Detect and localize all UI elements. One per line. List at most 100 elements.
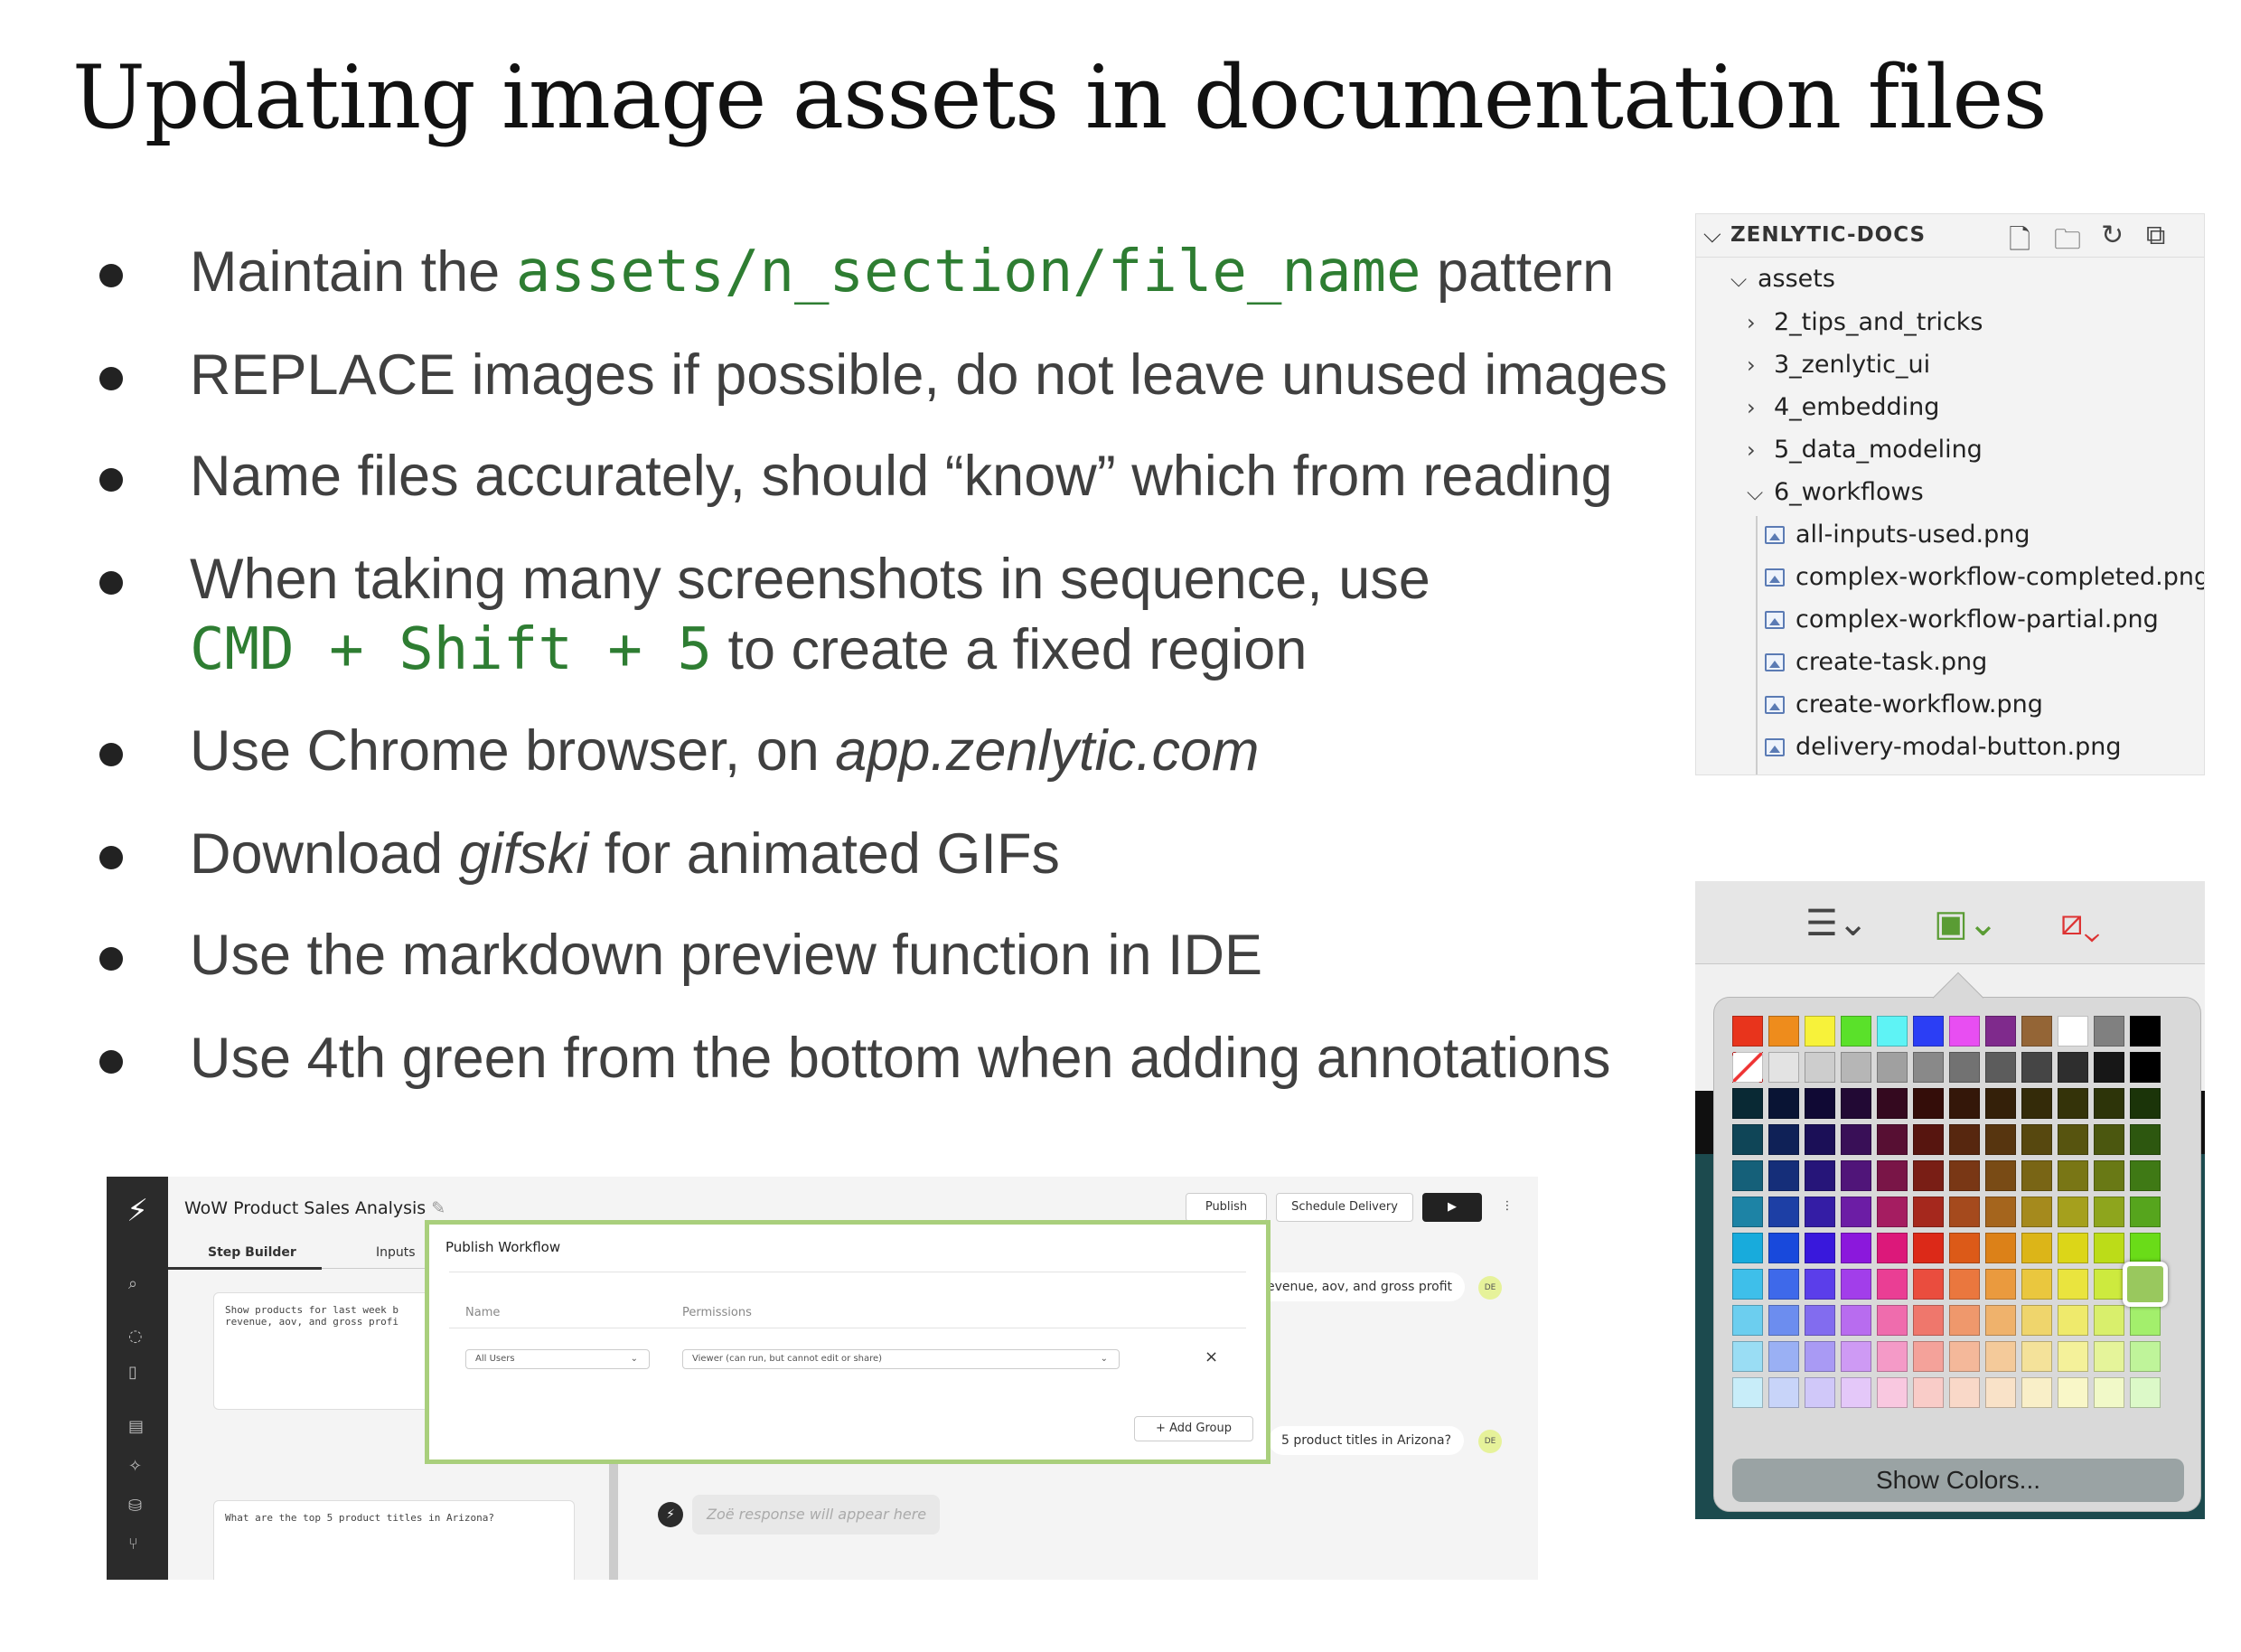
color-swatch[interactable]	[2130, 1088, 2161, 1119]
color-swatch[interactable]	[1841, 1233, 1871, 1263]
color-swatch[interactable]	[2058, 1305, 2088, 1336]
color-swatch[interactable]	[2021, 1088, 2052, 1119]
color-swatch[interactable]	[2130, 1305, 2161, 1336]
color-swatch[interactable]	[1805, 1341, 1835, 1372]
color-swatch[interactable]	[1768, 1052, 1799, 1083]
color-swatch[interactable]	[1732, 1124, 1763, 1155]
color-swatch[interactable]	[1913, 1305, 1944, 1336]
search-icon[interactable]: ⌕	[128, 1274, 137, 1293]
explorer-root-label[interactable]: ZENLYTIC-DOCS	[1730, 223, 1926, 247]
color-swatch[interactable]	[1841, 1305, 1871, 1336]
color-swatch[interactable]	[1768, 1377, 1799, 1408]
chat-icon[interactable]: ◌	[128, 1327, 143, 1346]
color-swatch[interactable]	[2058, 1197, 2088, 1227]
refresh-icon[interactable]: ↻	[2101, 220, 2124, 251]
color-swatch[interactable]	[1805, 1233, 1835, 1263]
color-swatch[interactable]	[1732, 1088, 1763, 1119]
close-icon[interactable]: ×	[1205, 1347, 1218, 1366]
step-input[interactable]: What are the top 5 product titles in Ari…	[213, 1500, 575, 1580]
dashboard-icon[interactable]: ▤	[128, 1417, 144, 1436]
tree-file[interactable]: complex-workflow-partial.png	[1765, 605, 2159, 634]
color-swatch[interactable]	[1768, 1269, 1799, 1300]
color-swatch[interactable]	[1985, 1016, 2016, 1047]
color-swatch[interactable]	[2094, 1160, 2124, 1191]
color-swatch[interactable]	[1841, 1052, 1871, 1083]
tree-folder[interactable]: › 2_tips_and_tricks	[1747, 308, 1983, 336]
color-swatch[interactable]	[1805, 1305, 1835, 1336]
color-swatch[interactable]	[1949, 1269, 1980, 1300]
line-style-icon[interactable]: ☰⌄	[1805, 903, 1868, 944]
color-swatch[interactable]	[1985, 1233, 2016, 1263]
collapse-all-icon[interactable]: ⧉	[2146, 220, 2165, 251]
color-swatch[interactable]	[2130, 1377, 2161, 1408]
new-folder-icon[interactable]: 🗀	[2054, 220, 2081, 266]
color-swatch[interactable]	[2058, 1377, 2088, 1408]
color-swatch[interactable]	[1805, 1377, 1835, 1408]
color-swatch[interactable]	[1877, 1269, 1908, 1300]
color-swatch[interactable]	[1949, 1233, 1980, 1263]
publish-button[interactable]: Publish	[1186, 1193, 1267, 1222]
color-swatch[interactable]	[2021, 1305, 2052, 1336]
workflow-icon[interactable]: ⑂	[128, 1535, 138, 1553]
color-swatch[interactable]	[1805, 1269, 1835, 1300]
pane-divider[interactable]	[609, 1462, 618, 1580]
color-swatch[interactable]	[1913, 1377, 1944, 1408]
tree-file[interactable]: create-workflow.png	[1765, 690, 2043, 718]
tree-file[interactable]: create-task.png	[1765, 648, 1987, 676]
color-swatch[interactable]	[2094, 1341, 2124, 1372]
color-swatch[interactable]	[1949, 1305, 1980, 1336]
color-swatch[interactable]	[1732, 1269, 1763, 1300]
color-swatch[interactable]	[1732, 1233, 1763, 1263]
tab-step-builder[interactable]: Step Builder	[208, 1245, 296, 1260]
color-swatch[interactable]	[1877, 1160, 1908, 1191]
color-swatch[interactable]	[1913, 1233, 1944, 1263]
color-swatch[interactable]	[1841, 1088, 1871, 1119]
color-swatch[interactable]	[1985, 1197, 2016, 1227]
color-swatch[interactable]	[2094, 1305, 2124, 1336]
color-swatch[interactable]	[2021, 1341, 2052, 1372]
color-swatch[interactable]	[1949, 1341, 1980, 1372]
color-swatch[interactable]	[1985, 1269, 2016, 1300]
sparkle-icon[interactable]: ✧	[128, 1457, 142, 1476]
color-swatch[interactable]	[1768, 1341, 1799, 1372]
color-swatch[interactable]	[1768, 1160, 1799, 1191]
color-swatch[interactable]	[2058, 1341, 2088, 1372]
color-swatch[interactable]	[1985, 1341, 2016, 1372]
color-swatch[interactable]	[1841, 1124, 1871, 1155]
color-swatch[interactable]	[1913, 1052, 1944, 1083]
color-swatch[interactable]	[1877, 1305, 1908, 1336]
tab-inputs[interactable]: Inputs	[376, 1245, 416, 1260]
tree-file[interactable]: complex-workflow-completed.png	[1765, 563, 2204, 591]
color-swatch[interactable]	[2058, 1124, 2088, 1155]
database-icon[interactable]: ⛁	[128, 1497, 142, 1516]
color-swatch[interactable]	[1985, 1160, 2016, 1191]
color-swatch[interactable]	[1768, 1233, 1799, 1263]
color-swatch[interactable]	[1841, 1016, 1871, 1047]
color-swatch[interactable]	[2021, 1052, 2052, 1083]
color-swatch[interactable]	[2094, 1088, 2124, 1119]
tree-file[interactable]: all-inputs-used.png	[1765, 521, 2030, 549]
permissions-select[interactable]: Viewer (can run, but cannot edit or shar…	[682, 1349, 1120, 1369]
color-swatch[interactable]	[1913, 1160, 1944, 1191]
color-swatch[interactable]	[1768, 1305, 1799, 1336]
color-swatch[interactable]	[1841, 1197, 1871, 1227]
color-swatch[interactable]	[1877, 1088, 1908, 1119]
color-swatch[interactable]	[1841, 1377, 1871, 1408]
color-swatch[interactable]	[1913, 1124, 1944, 1155]
color-swatch[interactable]	[1768, 1016, 1799, 1047]
color-swatch[interactable]	[1768, 1124, 1799, 1155]
color-swatch[interactable]	[2058, 1269, 2088, 1300]
color-swatch[interactable]	[2058, 1233, 2088, 1263]
tree-folder-open[interactable]: ⌵ 6_workflows	[1747, 478, 1924, 506]
color-swatch[interactable]	[1768, 1197, 1799, 1227]
color-swatch[interactable]	[1877, 1197, 1908, 1227]
color-swatch[interactable]	[2094, 1377, 2124, 1408]
color-swatch[interactable]	[2021, 1233, 2052, 1263]
color-swatch[interactable]	[1877, 1233, 1908, 1263]
color-swatch[interactable]	[1949, 1160, 1980, 1191]
chevron-down-icon[interactable]: ⌵	[1703, 221, 1721, 249]
color-swatch[interactable]	[1841, 1160, 1871, 1191]
tree-folder[interactable]: › 3_zenlytic_ui	[1747, 351, 1930, 379]
color-swatch[interactable]	[1877, 1341, 1908, 1372]
color-swatch[interactable]	[2094, 1233, 2124, 1263]
